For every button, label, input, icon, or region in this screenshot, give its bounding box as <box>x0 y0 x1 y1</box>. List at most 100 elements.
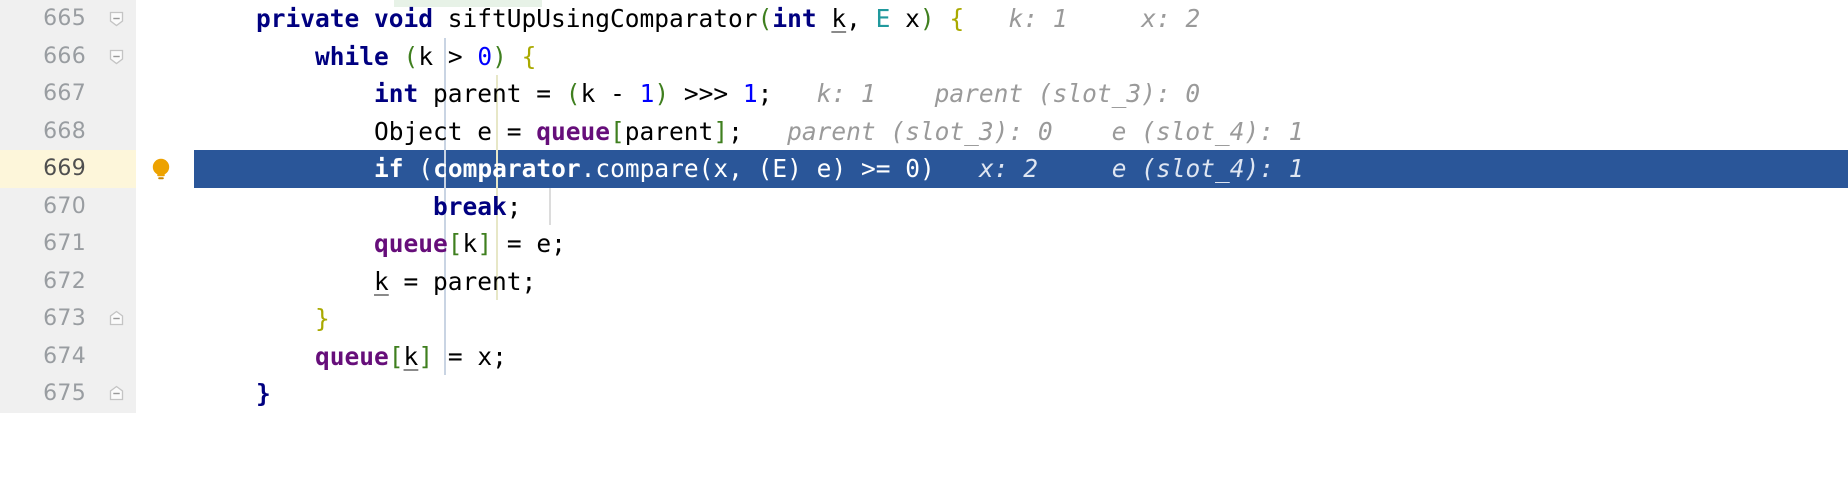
gutter-line-665[interactable]: 665 <box>0 0 136 38</box>
gutter-line-669[interactable]: 669 <box>0 150 136 188</box>
code-text[interactable]: Object e = queue[parent]; parent (slot_3… <box>194 113 1303 151</box>
line-number: 665 <box>43 6 86 32</box>
code-token: ) <box>919 4 935 33</box>
code-text[interactable]: private void siftUpUsingComparator(int k… <box>194 0 1200 38</box>
gutter-line-670[interactable]: 670 <box>0 187 136 226</box>
code-text[interactable]: k = parent; <box>194 263 536 301</box>
gutter-icon-column[interactable] <box>136 113 194 151</box>
code-token: ( <box>565 79 581 108</box>
code-token: 1 <box>639 79 655 108</box>
line-number: 671 <box>43 231 86 257</box>
fold-zone[interactable] <box>92 75 136 113</box>
code-area[interactable]: while (k > 0) { <box>194 37 1848 76</box>
code-line-666[interactable]: 666 while (k > 0) { <box>0 37 1848 76</box>
code-token: , <box>846 4 876 33</box>
code-line-671[interactable]: 671 queue[k] = e; <box>0 225 1848 263</box>
lightbulb-icon[interactable] <box>148 156 174 182</box>
code-token: { <box>521 41 537 71</box>
code-token: E <box>772 154 788 183</box>
fold-collapse-icon[interactable] <box>108 10 125 27</box>
gutter-line-667[interactable]: 667 <box>0 75 136 113</box>
code-line-669[interactable]: 669 if (comparator.compare(x, (E) e) >= … <box>0 150 1848 188</box>
code-area[interactable]: int parent = (k - 1) >>> 1; k: 1 parent … <box>194 75 1848 113</box>
fold-zone[interactable] <box>92 263 136 301</box>
gutter-icon-column[interactable] <box>136 188 194 226</box>
code-line-675[interactable]: 675} <box>0 375 1848 413</box>
gutter-icon-column[interactable] <box>136 338 194 376</box>
code-token: comparator <box>433 154 581 183</box>
indent-guide <box>549 187 551 225</box>
code-area[interactable]: } <box>194 375 1848 413</box>
code-text[interactable]: } <box>194 300 330 338</box>
code-line-667[interactable]: 667 int parent = (k - 1) >>> 1; k: 1 par… <box>0 75 1848 113</box>
code-area[interactable]: queue[k] = x; <box>194 337 1848 376</box>
fold-zone[interactable] <box>92 150 136 188</box>
code-text[interactable]: if (comparator.compare(x, (E) e) >= 0) x… <box>194 150 1304 188</box>
fold-zone[interactable] <box>92 0 136 38</box>
fold-zone[interactable] <box>92 113 136 151</box>
code-token: ( <box>757 154 773 183</box>
gutter-icon-column[interactable] <box>136 300 194 338</box>
code-token: ( <box>698 154 714 183</box>
code-line-665[interactable]: 665 private void siftUpUsingComparator(in… <box>0 0 1848 38</box>
code-text[interactable]: queue[k] = e; <box>194 225 566 263</box>
fold-collapse-icon[interactable] <box>108 385 125 402</box>
code-line-668[interactable]: 668 Object e = queue[parent]; parent (sl… <box>0 112 1848 151</box>
code-line-672[interactable]: 672 k = parent; <box>0 262 1848 301</box>
code-line-670[interactable]: 670 break; <box>0 187 1848 226</box>
gutter-icon-column[interactable] <box>136 263 194 301</box>
code-token: = parent; <box>388 266 537 296</box>
fold-zone[interactable] <box>92 225 136 263</box>
fold-zone[interactable] <box>92 38 136 76</box>
code-area[interactable]: Object e = queue[parent]; parent (slot_3… <box>194 112 1848 151</box>
code-line-674[interactable]: 674 queue[k] = x; <box>0 337 1848 376</box>
code-token: ; <box>506 191 522 221</box>
code-area[interactable]: queue[k] = e; <box>194 225 1848 263</box>
fold-zone[interactable] <box>92 300 136 338</box>
fold-collapse-icon[interactable] <box>108 48 125 65</box>
gutter-line-675[interactable]: 675 <box>0 375 136 413</box>
code-text[interactable]: int parent = (k - 1) >>> 1; k: 1 parent … <box>194 75 1200 113</box>
code-token: = x; <box>433 341 507 371</box>
code-area[interactable]: k = parent; <box>194 262 1848 301</box>
code-text[interactable]: while (k > 0) { <box>194 38 536 76</box>
code-area[interactable]: if (comparator.compare(x, (E) e) >= 0) x… <box>194 150 1848 188</box>
code-editor[interactable]: 665 private void siftUpUsingComparator(in… <box>0 0 1848 502</box>
gutter-icon-column[interactable] <box>136 375 194 413</box>
gutter-line-668[interactable]: 668 <box>0 112 136 151</box>
gutter-line-672[interactable]: 672 <box>0 262 136 301</box>
code-token: E <box>875 4 891 33</box>
code-token: ) <box>654 79 670 108</box>
gutter-line-666[interactable]: 666 <box>0 37 136 76</box>
gutter-icon-column[interactable] <box>136 75 194 113</box>
gutter-line-673[interactable]: 673 <box>0 300 136 338</box>
gutter-line-671[interactable]: 671 <box>0 225 136 263</box>
code-text[interactable]: queue[k] = x; <box>194 338 507 376</box>
code-text[interactable]: } <box>194 375 271 413</box>
code-area[interactable]: private void siftUpUsingComparator(int k… <box>194 0 1848 38</box>
gutter-icon-column[interactable] <box>136 225 194 263</box>
gutter-icon-column[interactable] <box>136 150 194 188</box>
fold-zone[interactable] <box>92 375 136 413</box>
gutter-line-674[interactable]: 674 <box>0 337 136 376</box>
gutter-icon-column[interactable] <box>136 0 194 38</box>
code-token: ; <box>728 116 743 146</box>
code-token: queue <box>374 229 448 258</box>
code-line-673[interactable]: 673 } <box>0 300 1848 338</box>
fold-collapse-icon[interactable] <box>108 310 125 327</box>
gutter-icon-column[interactable] <box>136 38 194 76</box>
code-area[interactable]: break; <box>194 187 1848 226</box>
fold-zone[interactable] <box>92 188 136 226</box>
fold-zone[interactable] <box>92 338 136 376</box>
code-token: queue <box>315 341 389 371</box>
line-number: 675 <box>43 381 86 407</box>
inline-debug-hint: k: 1 parent (slot_3): 0 <box>772 79 1201 108</box>
code-area[interactable]: } <box>194 300 1848 338</box>
code-text[interactable]: break; <box>194 188 522 226</box>
code-token: parent <box>624 116 714 146</box>
